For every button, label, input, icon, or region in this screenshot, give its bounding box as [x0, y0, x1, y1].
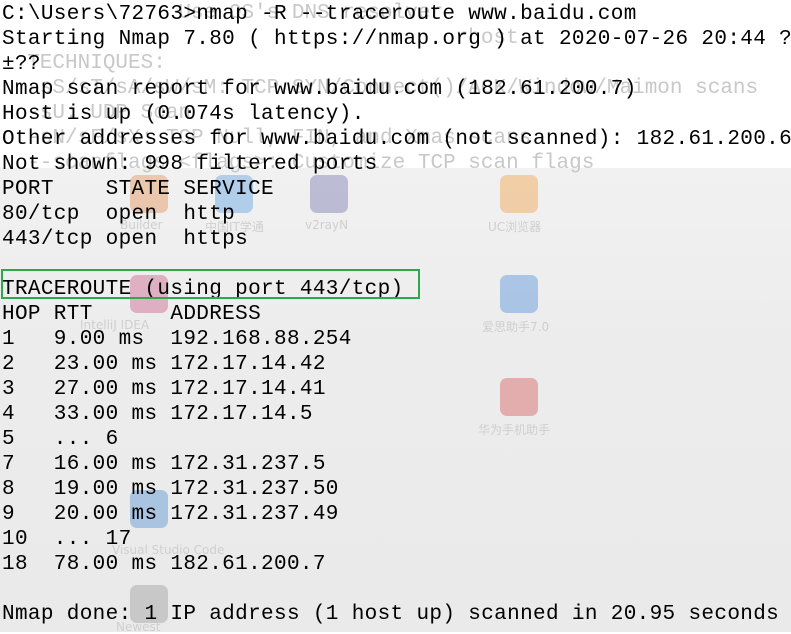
hop-table-row: 5 ... 6 [2, 428, 119, 451]
port-table-row: 80/tcp open http [2, 203, 236, 226]
hop-table-row: 2 23.00 ms 172.17.14.42 [2, 353, 326, 376]
hop-table-row: 4 33.00 ms 172.17.14.5 [2, 403, 313, 426]
hop-table-row: 18 78.00 ms 182.61.200.7 [2, 553, 326, 576]
port-table-row: 443/tcp open https [2, 228, 249, 251]
terminal-line: Host is up (0.074s latency). [2, 103, 365, 126]
terminal-line: Not shown: 998 filtered ports [2, 153, 378, 176]
hop-table-row: 3 27.00 ms 172.17.14.41 [2, 378, 326, 401]
nmap-done-summary: Nmap done: 1 IP address (1 host up) scan… [2, 603, 780, 626]
terminal-line: ±?? [2, 53, 41, 76]
hop-table-row: 10 ... 17 [2, 528, 132, 551]
terminal-command-line: C:\Users\72763>nmap -R --traceroute www.… [2, 3, 637, 26]
hop-table-row: 7 16.00 ms 172.31.237.5 [2, 453, 326, 476]
terminal-output[interactable]: C:\Users\72763>nmap -R --traceroute www.… [2, 2, 791, 627]
hop-table-row: 9 20.00 ms 172.31.237.49 [2, 503, 339, 526]
terminal-line: Starting Nmap 7.80 ( https://nmap.org ) … [2, 28, 791, 51]
hop-table-row: 1 9.00 ms 192.168.88.254 [2, 328, 352, 351]
hop-table-header: HOP RTT ADDRESS [2, 303, 262, 326]
hop-table-row: 8 19.00 ms 172.31.237.50 [2, 478, 339, 501]
traceroute-highlight-box [1, 269, 420, 299]
terminal-line: Nmap scan report for www.baidu.com (182.… [2, 78, 637, 101]
terminal-line: Other addresses for www.baidu.com (not s… [2, 128, 791, 151]
port-table-header: PORT STATE SERVICE [2, 178, 274, 201]
